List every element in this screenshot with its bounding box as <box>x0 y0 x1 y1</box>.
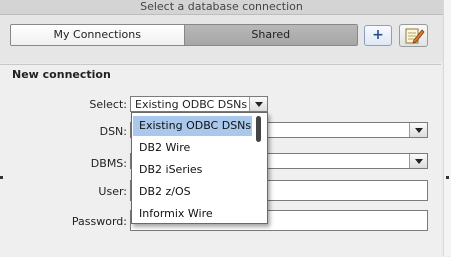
chevron-down-icon[interactable] <box>249 97 267 111</box>
tab-my-connections[interactable]: My Connections <box>11 25 185 45</box>
user-label: User: <box>98 185 127 198</box>
select-value: Existing ODBC DSNs <box>135 98 248 111</box>
dropdown-item-db2-wire[interactable]: DB2 Wire <box>133 138 252 158</box>
section-title: New connection <box>12 68 111 81</box>
select-dropdown-list: Existing ODBC DSNs DB2 Wire DB2 iSeries … <box>131 112 268 224</box>
plus-icon: + <box>372 27 384 43</box>
password-label: Password: <box>71 215 127 228</box>
chevron-down-icon[interactable] <box>409 123 427 137</box>
connection-type-toggle: My Connections Shared <box>10 24 358 46</box>
edit-connection-button[interactable] <box>399 24 428 47</box>
add-connection-button[interactable]: + <box>364 25 392 46</box>
dropdown-item-existing-odbc-dsns[interactable]: Existing ODBC DSNs <box>133 116 252 136</box>
dialog-title: Select a database connection <box>0 0 443 15</box>
dsn-label: DSN: <box>99 125 127 138</box>
resize-marker <box>446 176 449 179</box>
dbms-label: DBMS: <box>90 157 127 170</box>
window-edge <box>443 0 451 256</box>
dropdown-item-db2-iseries[interactable]: DB2 iSeries <box>133 160 252 180</box>
dropdown-scrollbar[interactable] <box>256 116 261 142</box>
dropdown-item-db2-zos[interactable]: DB2 z/OS <box>133 182 252 202</box>
resize-marker <box>0 176 3 179</box>
dropdown-item-informix-wire[interactable]: Informix Wire <box>133 204 252 224</box>
chevron-down-icon[interactable] <box>409 154 427 168</box>
edit-pencil-icon <box>405 28 425 44</box>
tab-shared[interactable]: Shared <box>184 25 357 45</box>
select-dropdown[interactable]: Existing ODBC DSNs <box>130 96 268 112</box>
select-label: Select: <box>89 98 127 111</box>
